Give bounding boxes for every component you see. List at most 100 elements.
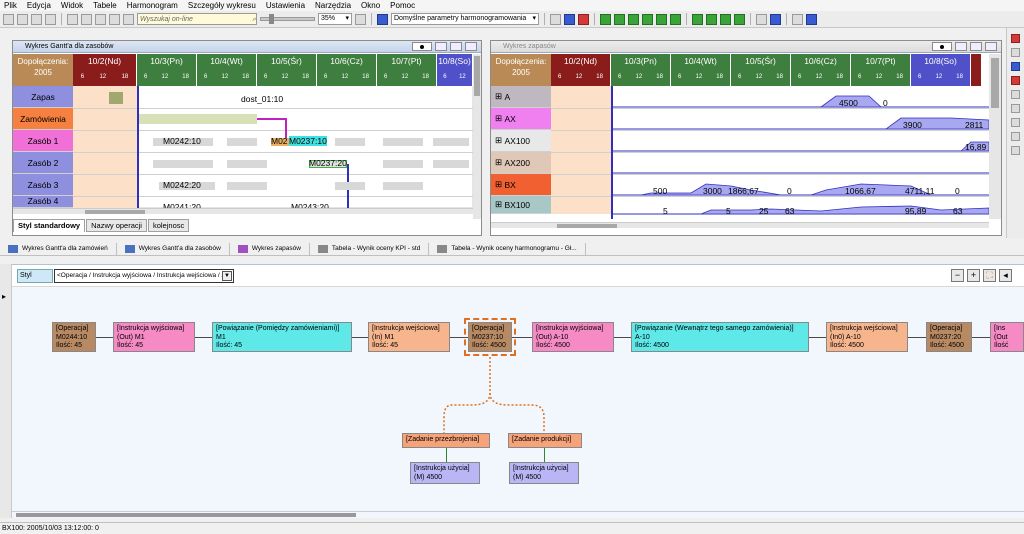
redo-icon[interactable]: [123, 13, 134, 25]
stock-hscroll-thumb[interactable]: [557, 224, 617, 228]
menu-tabele[interactable]: Tabele: [93, 1, 117, 10]
gantt-label-dost[interactable]: dost_01:10: [241, 94, 283, 104]
menu-harmonogram[interactable]: Harmonogram: [127, 1, 178, 10]
gantt-row-zapas[interactable]: Zapas: [13, 86, 73, 108]
stock-window-titlebar[interactable]: Wykres zapasów: [491, 41, 1001, 53]
gantt-vscroll-thumb[interactable]: [474, 56, 480, 96]
zoom-out-icon[interactable]: [1011, 146, 1020, 155]
tab-kolejnosc[interactable]: kolejnosc: [147, 219, 190, 232]
node-use-instruction[interactable]: [Instrukcja użycia] (M) 4500: [410, 462, 480, 484]
evaluate-icon[interactable]: [770, 13, 781, 25]
gantt-op-bar[interactable]: [335, 182, 365, 190]
window-icon[interactable]: [806, 13, 817, 25]
menu-okno[interactable]: Okno: [361, 1, 380, 10]
flag-icon[interactable]: [792, 13, 803, 25]
gantt-label-m4[interactable]: M0237:20: [309, 158, 347, 168]
gantt-op-bar[interactable]: [227, 182, 267, 190]
minimize-icon[interactable]: [955, 42, 967, 51]
move-icon[interactable]: [670, 13, 681, 25]
gantt-label-m5[interactable]: M0242:20: [163, 180, 201, 190]
gantt-op-bar[interactable]: [433, 138, 469, 146]
align-backward-icon[interactable]: [628, 13, 639, 25]
menu-widok[interactable]: Widok: [61, 1, 83, 10]
stock-vscroll[interactable]: [989, 54, 1001, 219]
tool-5-icon[interactable]: [1011, 90, 1020, 99]
gantt-op-bar[interactable]: [227, 138, 257, 146]
new-file-icon[interactable]: [3, 13, 14, 25]
gantt-op-bar[interactable]: [153, 160, 213, 168]
zoom-slider[interactable]: [260, 14, 315, 24]
diagram-hscroll-thumb[interactable]: [16, 513, 356, 517]
gantt-label-m2[interactable]: M02: [271, 136, 288, 146]
menu-edycja[interactable]: Edycja: [27, 1, 51, 10]
diagram-hscroll[interactable]: [12, 511, 1024, 517]
gantt-op-bar[interactable]: [383, 182, 423, 190]
gantt-hscroll-thumb[interactable]: [85, 210, 145, 214]
close-icon[interactable]: [985, 42, 997, 51]
node-use-instruction[interactable]: [Instrukcja użycia] (M) 4500: [509, 462, 579, 484]
gantt-row-zasob-4[interactable]: Zasób 4: [13, 196, 73, 208]
task-gantt-orders[interactable]: Wykres Gantt'a dla zamówień: [0, 242, 117, 255]
gantt-row-zasob-2[interactable]: Zasób 2: [13, 152, 73, 174]
menu-pomoc[interactable]: Pomoc: [390, 1, 415, 10]
gantt-row-zamowienia[interactable]: Zamówienia: [13, 108, 73, 130]
spread-icon[interactable]: [656, 13, 667, 25]
gantt-op-bar[interactable]: [383, 138, 423, 146]
menu-narzedzia[interactable]: Narzędzia: [315, 1, 351, 10]
zoom-apply-icon[interactable]: [355, 13, 366, 25]
schedule-params-select[interactable]: Domyślne parametry harmonogramowania ▾: [391, 13, 539, 25]
node-setup-task[interactable]: [Zadanie przezbrojenia]: [402, 433, 490, 448]
node-production-task[interactable]: [Zadanie produkcji]: [508, 433, 582, 448]
group-2-icon[interactable]: [706, 13, 717, 25]
tab-nazwy-operacji[interactable]: Nazwy operacji: [86, 219, 147, 232]
minimize-icon[interactable]: [435, 42, 447, 51]
group-1-icon[interactable]: [692, 13, 703, 25]
menu-ustawienia[interactable]: Ustawienia: [266, 1, 305, 10]
kpi-icon[interactable]: [756, 13, 767, 25]
gantt-order-bar[interactable]: [137, 114, 257, 124]
dispatch-icon[interactable]: [550, 13, 561, 25]
gantt-hscroll[interactable]: [13, 208, 473, 214]
zoom-in-icon[interactable]: [1011, 132, 1020, 141]
expand-arrow-icon[interactable]: ▸: [2, 292, 6, 301]
task-stock-chart[interactable]: Wykres zapasów: [230, 242, 310, 255]
tab-styl-standardowy[interactable]: Styl standardowy: [13, 219, 86, 232]
gantt-stock-block[interactable]: [109, 92, 123, 104]
group-3-icon[interactable]: [720, 13, 731, 25]
close-icon[interactable]: [465, 42, 477, 51]
tool-3-icon[interactable]: [1011, 62, 1020, 71]
view-toggle-icon[interactable]: [932, 42, 952, 51]
maximize-icon[interactable]: [450, 42, 462, 51]
print-icon[interactable]: [45, 13, 56, 25]
gantt-row-zasob-3[interactable]: Zasób 3: [13, 174, 73, 196]
gantt-op-bar[interactable]: [433, 160, 469, 168]
tool-6-icon[interactable]: [1011, 104, 1020, 113]
tool-2-icon[interactable]: [1011, 48, 1020, 57]
undo-icon[interactable]: [109, 13, 120, 25]
paste-icon[interactable]: [95, 13, 106, 25]
gantt-label-m1[interactable]: M0242:10: [163, 136, 201, 146]
online-search-input[interactable]: Wyszukaj on-line ⌕: [137, 13, 257, 25]
view-toggle-icon[interactable]: [412, 42, 432, 51]
stock-hscroll[interactable]: [491, 222, 989, 228]
group-4-icon[interactable]: [734, 13, 745, 25]
menu-szczegoly[interactable]: Szczegóły wykresu: [188, 1, 256, 10]
gantt-label-m3[interactable]: M0237:10: [289, 136, 327, 146]
gantt-window-titlebar[interactable]: Wykres Gantt'a dla zasobów: [13, 41, 481, 53]
tool-1-icon[interactable]: [1011, 34, 1020, 43]
menu-plik[interactable]: Plik: [4, 1, 17, 10]
gantt-op-bar[interactable]: [383, 160, 423, 168]
cut-icon[interactable]: [67, 13, 78, 25]
gantt-vscroll[interactable]: [473, 54, 481, 219]
assign-icon[interactable]: [564, 13, 575, 25]
open-folder-icon[interactable]: [17, 13, 28, 25]
save-icon[interactable]: [31, 13, 42, 25]
tool-7-icon[interactable]: [1011, 118, 1020, 127]
task-schedule-table[interactable]: Tabela - Wynik oceny harmonogramu - Gł..…: [429, 242, 586, 255]
zoom-select[interactable]: 35% ▾: [318, 13, 352, 25]
align-forward-icon[interactable]: [614, 13, 625, 25]
gantt-row-zasob-1[interactable]: Zasób 1: [13, 130, 73, 152]
copy-icon[interactable]: [81, 13, 92, 25]
stock-vscroll-thumb[interactable]: [991, 58, 999, 108]
delete-icon[interactable]: [578, 13, 589, 25]
